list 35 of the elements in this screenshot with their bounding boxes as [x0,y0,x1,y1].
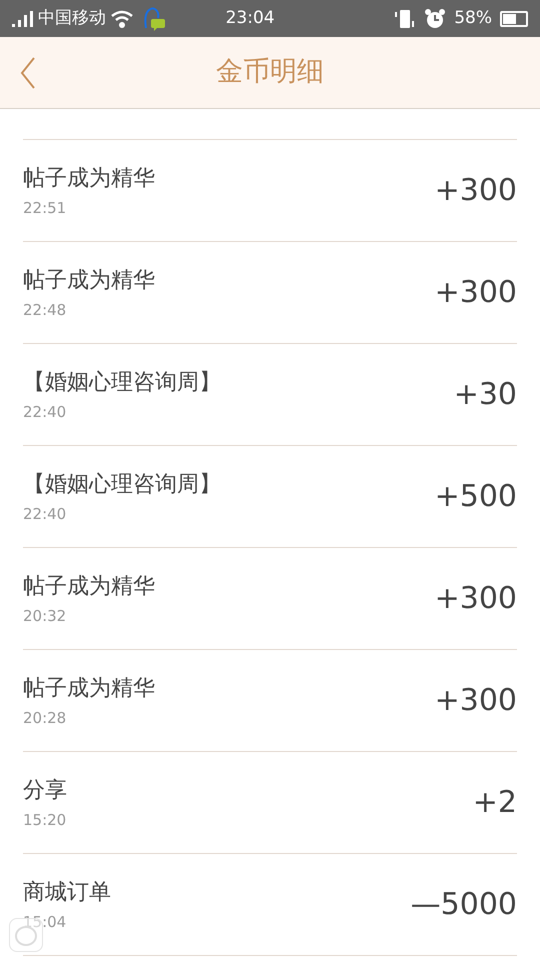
record-time: 15:20 [23,810,67,830]
coin-amount: +300 [434,580,517,618]
record-time: 20:28 [23,708,68,728]
vibrate-icon [394,8,416,30]
coin-amount: +500 [434,478,517,516]
chat-notification-icon [142,6,166,32]
alarm-clock-icon [424,8,446,30]
coin-amount: +300 [434,172,517,210]
record-title: 帖子成为精华 [23,674,155,702]
record-title: 帖子成为精华 [23,266,155,294]
record-title: 帖子成为精华 [23,164,155,192]
record-time: 22:40 [23,504,68,524]
signal-icon [12,10,34,26]
clock-time: 23:04 [226,6,275,30]
record-title: 【婚姻心理咨询周】 [23,470,221,498]
page-title: 金币明细 [216,55,324,90]
coin-amount: +300 [434,274,517,312]
battery-percent: 58% [454,6,492,30]
record-title: 分享 [23,776,67,804]
coin-amount: +300 [434,682,517,720]
record-title: 【婚姻心理咨询周】 [23,368,221,396]
coin-amount: +30 [454,376,517,414]
record-time: 15:04 [23,912,68,932]
record-title: 商城订单 [23,878,111,906]
record-time: 22:51 [23,198,68,218]
wifi-icon [110,8,134,28]
coin-amount: +2 [472,784,517,822]
record-time: 22:40 [23,402,68,422]
coin-amount: —5000 [410,886,517,924]
battery-icon [500,10,528,26]
record-title: 帖子成为精华 [23,572,155,600]
record-time: 22:48 [23,300,68,320]
record-time: 20:32 [23,606,68,626]
back-icon [20,56,36,88]
carrier-name: 中国移动 [38,6,106,30]
